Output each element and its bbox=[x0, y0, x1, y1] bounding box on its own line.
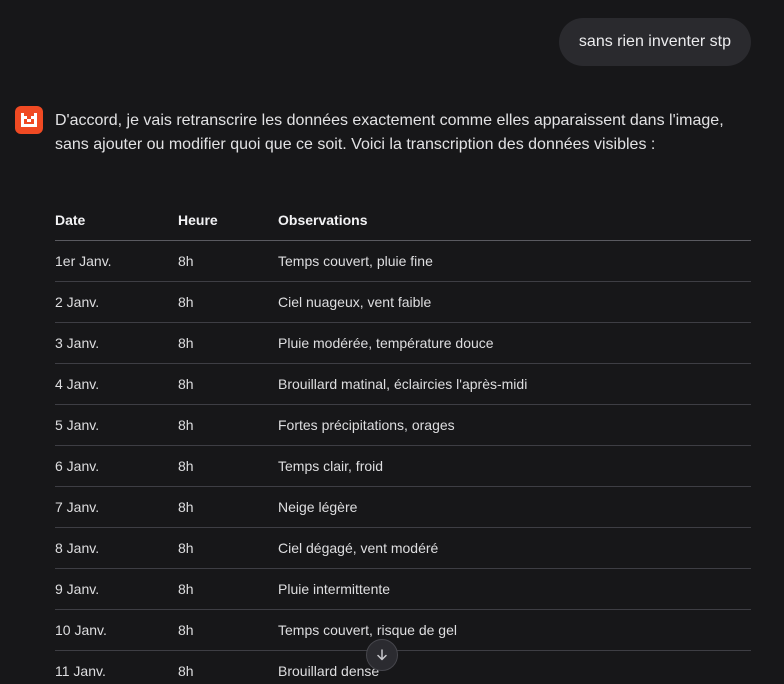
cell-date: 11 Janv. bbox=[55, 650, 178, 684]
table-row: 2 Janv. 8h Ciel nuageux, vent faible bbox=[55, 281, 751, 323]
cell-date: 8 Janv. bbox=[55, 527, 178, 569]
table-row: 7 Janv. 8h Neige légère bbox=[55, 486, 751, 528]
chat-page: sans rien inventer stp D'accord, je vais… bbox=[0, 0, 784, 684]
user-message-bubble: sans rien inventer stp bbox=[558, 18, 751, 66]
cell-observation: Temps couvert, risque de gel bbox=[278, 609, 751, 651]
table-row: 5 Janv. 8h Fortes précipitations, orages bbox=[55, 404, 751, 446]
table-row: 9 Janv. 8h Pluie intermittente bbox=[55, 568, 751, 610]
cell-observation: Pluie intermittente bbox=[278, 568, 751, 610]
table-header-row: Date Heure Observations bbox=[55, 200, 751, 241]
cell-observation: Fortes précipitations, orages bbox=[278, 404, 751, 446]
table-row: 11 Janv. 8h Brouillard dense bbox=[55, 650, 751, 684]
cell-date: 9 Janv. bbox=[55, 568, 178, 610]
header-hour: Heure bbox=[178, 200, 278, 241]
cell-hour: 8h bbox=[178, 363, 278, 405]
cell-hour: 8h bbox=[178, 281, 278, 323]
cell-hour: 8h bbox=[178, 404, 278, 446]
observations-table: Date Heure Observations 1er Janv. 8h Tem… bbox=[55, 200, 751, 684]
cell-date: 5 Janv. bbox=[55, 404, 178, 446]
cell-date: 3 Janv. bbox=[55, 322, 178, 364]
cell-hour: 8h bbox=[178, 322, 278, 364]
table-row: 3 Janv. 8h Pluie modérée, température do… bbox=[55, 322, 751, 364]
assistant-avatar bbox=[15, 106, 43, 134]
cell-date: 1er Janv. bbox=[55, 240, 178, 282]
cell-date: 10 Janv. bbox=[55, 609, 178, 651]
cell-observation: Pluie modérée, température douce bbox=[278, 322, 751, 364]
cell-hour: 8h bbox=[178, 486, 278, 528]
table-row: 1er Janv. 8h Temps couvert, pluie fine bbox=[55, 240, 751, 282]
cell-hour: 8h bbox=[178, 527, 278, 569]
cell-hour: 8h bbox=[178, 568, 278, 610]
cell-observation: Neige légère bbox=[278, 486, 751, 528]
scroll-down-button[interactable] bbox=[366, 639, 398, 671]
cell-hour: 8h bbox=[178, 609, 278, 651]
table-row: 8 Janv. 8h Ciel dégagé, vent modéré bbox=[55, 527, 751, 569]
cell-observation: Temps couvert, pluie fine bbox=[278, 240, 751, 282]
cell-hour: 8h bbox=[178, 445, 278, 487]
cell-date: 4 Janv. bbox=[55, 363, 178, 405]
arrow-down-icon bbox=[377, 649, 387, 661]
header-date: Date bbox=[55, 200, 178, 241]
cell-observation: Brouillard dense bbox=[278, 650, 751, 684]
table-row: 6 Janv. 8h Temps clair, froid bbox=[55, 445, 751, 487]
cell-date: 6 Janv. bbox=[55, 445, 178, 487]
cell-hour: 8h bbox=[178, 240, 278, 282]
cell-observation: Ciel dégagé, vent modéré bbox=[278, 527, 751, 569]
cell-observation: Brouillard matinal, éclaircies l'après-m… bbox=[278, 363, 751, 405]
cell-date: 7 Janv. bbox=[55, 486, 178, 528]
assistant-message-text: D'accord, je vais retranscrire les donné… bbox=[55, 112, 724, 153]
cell-hour: 8h bbox=[178, 650, 278, 684]
cell-date: 2 Janv. bbox=[55, 281, 178, 323]
brand-logo-icon bbox=[21, 113, 37, 127]
user-message-text: sans rien inventer stp bbox=[578, 33, 731, 50]
cell-observation: Ciel nuageux, vent faible bbox=[278, 281, 751, 323]
table-row: 4 Janv. 8h Brouillard matinal, éclaircie… bbox=[55, 363, 751, 405]
table-row: 10 Janv. 8h Temps couvert, risque de gel bbox=[55, 609, 751, 651]
header-observations: Observations bbox=[278, 200, 751, 241]
cell-observation: Temps clair, froid bbox=[278, 445, 751, 487]
